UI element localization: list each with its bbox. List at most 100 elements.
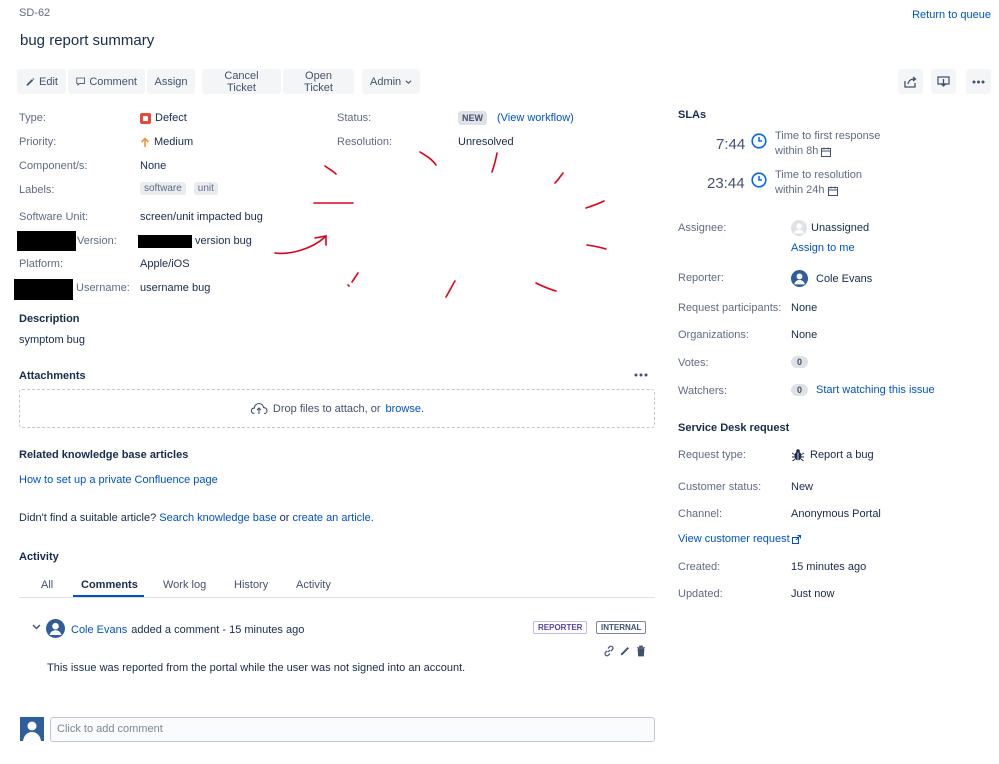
- created-label: Created:: [678, 561, 721, 573]
- user-avatar-icon: [791, 270, 808, 287]
- redaction-block: [138, 235, 192, 248]
- software-unit-value[interactable]: screen/unit impacted bug: [140, 211, 263, 223]
- edit-button[interactable]: Edit: [17, 69, 66, 94]
- export-button[interactable]: [931, 69, 956, 94]
- organizations-value[interactable]: None: [791, 329, 817, 341]
- annotation-stroke: [351, 272, 359, 283]
- edit-label: Edit: [39, 75, 58, 88]
- attachments-title: Attachments: [19, 370, 86, 382]
- comment-edit-button[interactable]: [620, 645, 631, 659]
- add-comment-input[interactable]: Click to add comment: [50, 717, 655, 742]
- collapse-comment-toggle[interactable]: [32, 621, 41, 633]
- tab-work-log[interactable]: Work log: [163, 579, 206, 591]
- kb-article-link[interactable]: How to set up a private Confluence page: [19, 474, 218, 486]
- assign-to-me-link[interactable]: Assign to me: [791, 242, 855, 254]
- admin-label: Admin: [370, 75, 402, 88]
- comment-delete-button[interactable]: [636, 645, 646, 660]
- tab-history[interactable]: History: [234, 579, 268, 591]
- chevron-down-icon: [405, 79, 412, 84]
- username-value[interactable]: username bug: [140, 282, 210, 294]
- sla-resolution-target-row: within 24h: [775, 183, 838, 198]
- assign-button[interactable]: Assign: [147, 69, 195, 94]
- components-value[interactable]: None: [140, 160, 166, 172]
- admin-dropdown[interactable]: Admin: [362, 69, 420, 94]
- reporter-value[interactable]: Cole Evans: [791, 270, 872, 287]
- description-text[interactable]: symptom bug: [19, 334, 85, 346]
- comment-author-link[interactable]: Cole Evans: [71, 624, 127, 636]
- username-label: Username:: [76, 282, 130, 294]
- sla-first-response-name: Time to first response: [775, 130, 881, 142]
- organizations-label: Organizations:: [678, 329, 749, 341]
- platform-value[interactable]: Apple/iOS: [140, 258, 190, 270]
- issue-key[interactable]: SD-62: [19, 7, 50, 19]
- annotation-stroke: [491, 152, 498, 173]
- cloud-upload-icon: [250, 402, 268, 415]
- assignee-label: Assignee:: [678, 222, 727, 234]
- watchers-count[interactable]: 0: [791, 384, 809, 396]
- kb-prompt-row: Didn't find a suitable article? Search k…: [19, 512, 374, 524]
- type-value[interactable]: Defect: [140, 112, 187, 124]
- tab-activity[interactable]: Activity: [296, 579, 331, 591]
- comment-meta: added a comment - 15 minutes ago: [131, 624, 305, 636]
- created-value: 15 minutes ago: [791, 561, 867, 573]
- view-workflow-link[interactable]: (View workflow): [497, 112, 574, 124]
- search-kb-link[interactable]: Search knowledge base: [159, 512, 276, 524]
- comment-permalink-button[interactable]: [603, 645, 615, 660]
- open-ticket-button[interactable]: Open Ticket: [283, 69, 354, 94]
- link-icon: [604, 645, 614, 657]
- label-tag[interactable]: unit: [193, 182, 218, 195]
- tab-all[interactable]: All: [41, 579, 53, 591]
- channel-label: Channel:: [678, 508, 723, 520]
- reporter-text: Cole Evans: [816, 272, 873, 285]
- view-customer-request-link[interactable]: View customer request: [678, 533, 790, 545]
- comment-body: This issue was reported from the portal …: [47, 662, 466, 674]
- create-article-link[interactable]: create an article.: [292, 512, 373, 524]
- customer-status-label: Customer status:: [678, 481, 762, 493]
- attachments-more-button[interactable]: [634, 368, 648, 380]
- red-annotation-strokes: [274, 151, 607, 298]
- browse-link[interactable]: browse.: [386, 403, 425, 415]
- defect-icon: [140, 112, 151, 124]
- labels-value[interactable]: software unit: [140, 182, 222, 195]
- status-lozenge[interactable]: NEW: [458, 111, 487, 125]
- redaction-block: [14, 279, 73, 300]
- votes-label: Votes:: [678, 357, 709, 369]
- status-value[interactable]: NEW (View workflow): [458, 111, 574, 125]
- comment-author-avatar[interactable]: [46, 619, 65, 641]
- version-value[interactable]: version bug: [195, 235, 252, 247]
- more-actions-button[interactable]: [966, 69, 991, 94]
- more-icon: [634, 373, 648, 377]
- trash-icon: [637, 645, 645, 657]
- label-tag[interactable]: software: [140, 182, 186, 195]
- active-tab-indicator: [73, 595, 144, 597]
- issue-title[interactable]: bug report summary: [20, 32, 154, 49]
- request-type-value[interactable]: Report a bug: [791, 448, 874, 462]
- return-to-queue-link[interactable]: Return to queue: [912, 9, 991, 21]
- share-button[interactable]: [898, 69, 923, 94]
- start-watching-link[interactable]: Start watching this issue: [816, 384, 935, 396]
- votes-value[interactable]: 0: [791, 356, 809, 368]
- view-customer-request-row[interactable]: View customer request: [678, 533, 801, 545]
- participants-value[interactable]: None: [791, 302, 817, 314]
- share-icon: [904, 75, 917, 88]
- attachment-dropzone[interactable]: Drop files to attach, or browse.: [19, 389, 655, 428]
- tab-comments[interactable]: Comments: [81, 579, 138, 591]
- updated-label: Updated:: [678, 588, 723, 600]
- labels-label: Labels:: [19, 184, 55, 196]
- cancel-ticket-button[interactable]: Cancel Ticket: [202, 69, 281, 94]
- assignee-value[interactable]: Unassigned: [791, 220, 869, 236]
- comment-button[interactable]: Comment: [68, 69, 145, 94]
- priority-value[interactable]: Medium: [140, 136, 193, 148]
- watchers-value: 0 Start watching this issue: [791, 384, 935, 396]
- sla-first-response-target-row: within 8h: [775, 144, 832, 159]
- calendar-icon: [821, 147, 832, 157]
- request-type-text: Report a bug: [810, 449, 874, 461]
- internal-badge: INTERNAL: [596, 621, 647, 634]
- current-user-avatar: [20, 717, 44, 744]
- bug-icon: [791, 449, 805, 462]
- reporter-label: Reporter:: [678, 272, 724, 284]
- type-text: Defect: [155, 112, 187, 124]
- customer-status-value: New: [791, 481, 814, 493]
- tabs-divider: [19, 597, 655, 598]
- clock-icon: [751, 172, 767, 191]
